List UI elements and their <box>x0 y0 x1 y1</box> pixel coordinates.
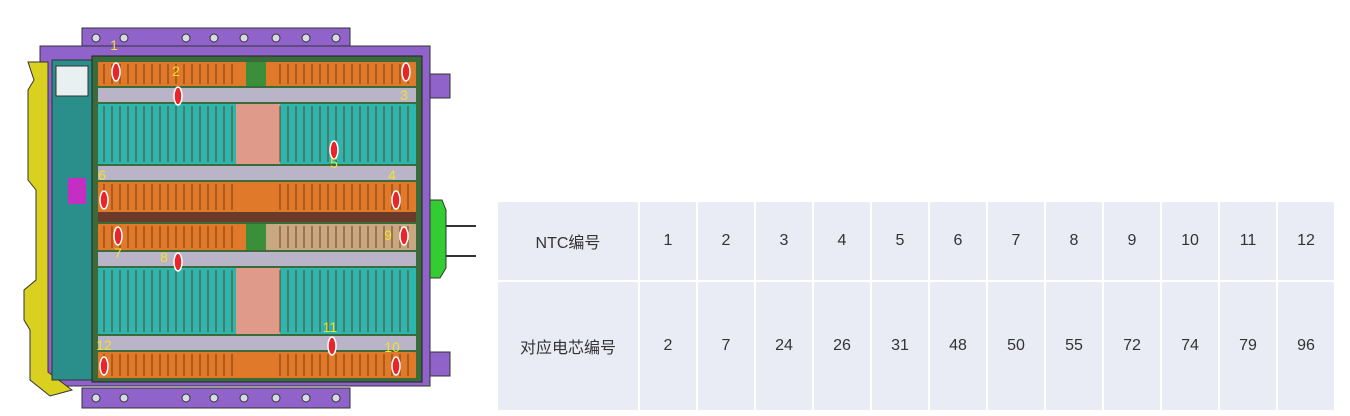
screw <box>331 33 341 43</box>
cell-number-cell: 72 <box>1102 280 1162 412</box>
ntc-marker <box>327 336 337 356</box>
upper-grey-bar-2 <box>98 166 416 180</box>
ntc-number-cell: 2 <box>696 200 756 282</box>
screw <box>301 393 311 403</box>
battery-pack-diagram: 1234567 89101112 <box>23 27 476 409</box>
screw <box>209 393 219 403</box>
screw <box>119 33 129 43</box>
cell-number-cell: 7 <box>696 280 756 412</box>
left-magenta-part <box>68 178 86 204</box>
screw <box>119 393 129 403</box>
ntc-number-cell: 3 <box>754 200 814 282</box>
ntc-marker-label: 9 <box>384 227 392 243</box>
ntc-marker <box>173 252 183 272</box>
ntc-number-cell: 4 <box>812 200 872 282</box>
ntc-marker <box>111 62 121 82</box>
screw <box>271 33 281 43</box>
ntc-number-cell: 12 <box>1276 200 1336 282</box>
ntc-marker-label: 6 <box>98 167 106 183</box>
center-green-strip <box>246 62 266 86</box>
ntc-marker <box>173 86 183 106</box>
ntc-number-cell: 10 <box>1160 200 1220 282</box>
screw <box>181 33 191 43</box>
screw <box>239 393 249 403</box>
screw <box>301 33 311 43</box>
screw <box>271 393 281 403</box>
bms-unit <box>55 65 89 97</box>
ntc-marker <box>391 356 401 376</box>
cell-number-header: 对应电芯编号 <box>496 280 640 412</box>
screw <box>331 393 341 403</box>
pack-right-ear-top <box>429 73 451 99</box>
ntc-number-cell: 11 <box>1218 200 1278 282</box>
ntc-number-cell: 9 <box>1102 200 1162 282</box>
cell-number-cell: 26 <box>812 280 872 412</box>
ntc-number-header: NTC编号 <box>496 200 640 282</box>
ntc-number-cell: 8 <box>1044 200 1104 282</box>
screw <box>91 33 101 43</box>
center-green-strip-lower <box>246 224 266 250</box>
lower-grey-bar-2 <box>98 336 416 350</box>
cell-number-cell: 48 <box>928 280 988 412</box>
ntc-marker-label: 7 <box>114 245 122 261</box>
ntc-marker-label: 1 <box>110 37 118 53</box>
cell-number-cell: 24 <box>754 280 814 412</box>
ntc-marker <box>401 62 411 82</box>
right-connector <box>429 199 447 279</box>
ntc-marker-label: 4 <box>388 167 396 183</box>
ntc-marker <box>399 226 409 246</box>
pack-right-ear-bottom <box>429 351 451 377</box>
cell-number-cell: 74 <box>1160 280 1220 412</box>
ntc-marker <box>391 190 401 210</box>
screw <box>209 33 219 43</box>
cell-number-cell: 96 <box>1276 280 1336 412</box>
lower-orange-row <box>98 224 266 250</box>
ntc-marker <box>99 190 109 210</box>
ntc-marker-label: 12 <box>96 337 112 353</box>
cell-number-cell: 50 <box>986 280 1046 412</box>
ntc-marker-label: 10 <box>384 339 400 355</box>
cell-number-cell: 55 <box>1044 280 1104 412</box>
screw <box>239 33 249 43</box>
ntc-number-cell: 1 <box>638 200 698 282</box>
ntc-cell-mapping-table: NTC编号 1 2 3 4 5 6 7 8 9 10 11 12 对应电芯编号 … <box>496 200 1336 412</box>
ntc-marker-label: 2 <box>172 63 180 79</box>
ntc-number-cell: 7 <box>986 200 1046 282</box>
ntc-marker-label: 11 <box>323 319 338 335</box>
left-electronics <box>51 59 95 381</box>
screw <box>91 393 101 403</box>
cell-number-cell: 31 <box>870 280 930 412</box>
ntc-marker <box>99 356 109 376</box>
cell-number-cell: 2 <box>638 280 698 412</box>
ntc-marker-label: 3 <box>400 87 408 103</box>
ntc-marker <box>113 226 123 246</box>
screw <box>181 393 191 403</box>
ntc-number-cell: 5 <box>870 200 930 282</box>
cell-number-cell: 79 <box>1218 280 1278 412</box>
ntc-marker-label: 8 <box>160 249 168 265</box>
lower-grey-bar <box>98 252 416 266</box>
ntc-marker-label: 5 <box>330 155 338 171</box>
lower-pink-center <box>236 268 280 334</box>
cell-number-row: 对应电芯编号 2 7 24 26 31 48 50 55 72 74 79 96 <box>496 280 1336 412</box>
ntc-number-row: NTC编号 1 2 3 4 5 6 7 8 9 10 11 12 <box>496 200 1336 282</box>
upper-grey-bar <box>98 88 416 102</box>
middle-channel <box>98 212 416 222</box>
upper-pink-center <box>236 104 280 164</box>
ntc-number-cell: 6 <box>928 200 988 282</box>
